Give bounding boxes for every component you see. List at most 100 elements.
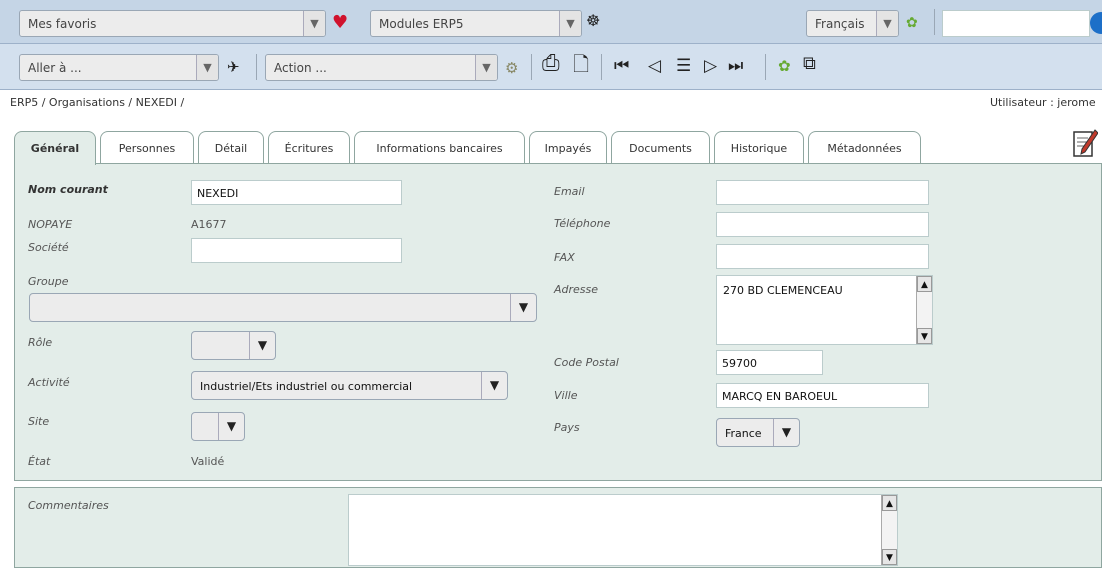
nopaye-value: A1677 xyxy=(191,218,227,231)
activite-select-value: Industriel/Ets industriel ou commercial xyxy=(200,380,413,393)
display-icon[interactable]: ⧉ xyxy=(803,54,816,74)
action-toolbar: Aller à ... ▼ ✈ Action ... ▼ ⚙ ⎙ 🗋 ⏮ ◁ ☰… xyxy=(0,44,1102,90)
activite-select[interactable]: Industriel/Ets industriel ou commercial … xyxy=(191,371,508,400)
tab-label: Documents xyxy=(629,142,692,155)
chevron-down-icon: ▼ xyxy=(218,413,244,440)
action-select[interactable]: Action ... ▼ xyxy=(265,54,498,81)
modules-select-label: Modules ERP5 xyxy=(379,17,464,31)
ville-input[interactable]: MARCQ EN BAROEUL xyxy=(716,383,929,408)
heart-icon[interactable]: ♥ xyxy=(332,13,348,33)
plane-icon[interactable]: ✈ xyxy=(227,57,240,77)
scrollbar[interactable]: ▲ ▼ xyxy=(916,276,932,344)
scroll-up-icon[interactable]: ▲ xyxy=(882,495,897,511)
ville-label: Ville xyxy=(554,389,578,402)
tab-label: Impayés xyxy=(544,142,592,155)
next-icon[interactable]: ▷ xyxy=(704,56,717,76)
nom-courant-input[interactable]: NEXEDI xyxy=(191,180,402,205)
fax-input[interactable] xyxy=(716,244,929,269)
fax-label: FAX xyxy=(554,251,575,264)
adresse-label: Adresse xyxy=(554,283,599,296)
previous-icon[interactable]: ◁ xyxy=(648,56,661,76)
list-icon[interactable]: ☰ xyxy=(676,56,691,76)
adresse-textarea[interactable]: 270 BD CLEMENCEAU ▲ ▼ xyxy=(716,275,933,345)
chevron-down-icon: ▼ xyxy=(196,55,218,80)
societe-label: Société xyxy=(28,241,69,254)
edit-document-icon[interactable] xyxy=(1072,128,1098,160)
tab-label: Écritures xyxy=(284,142,334,155)
pays-select-value: France xyxy=(725,427,762,440)
tab-label: Informations bancaires xyxy=(376,142,503,155)
role-select[interactable]: ▼ xyxy=(191,331,276,360)
tab-detail[interactable]: Détail xyxy=(198,131,264,163)
etat-label: État xyxy=(28,455,51,468)
search-input[interactable] xyxy=(942,10,1090,37)
breadcrumb[interactable]: ERP5 / Organisations / NEXEDI / xyxy=(10,96,184,109)
role-label: Rôle xyxy=(28,336,53,349)
language-select[interactable]: Français ▼ xyxy=(806,10,899,37)
tab-metadonnees[interactable]: Métadonnées xyxy=(808,131,921,163)
search-button[interactable] xyxy=(1090,12,1102,34)
goto-select-label: Aller à ... xyxy=(28,61,82,75)
commentaires-textarea[interactable]: ▲ ▼ xyxy=(348,494,898,566)
tab-label: Métadonnées xyxy=(827,142,902,155)
scroll-up-icon[interactable]: ▲ xyxy=(917,276,932,292)
chevron-down-icon: ▼ xyxy=(303,11,325,36)
tab-documents[interactable]: Documents xyxy=(611,131,710,163)
pays-select[interactable]: France ▼ xyxy=(716,418,800,447)
nopaye-label: NOPAYE xyxy=(28,218,73,231)
email-input[interactable] xyxy=(716,180,929,205)
chevron-down-icon: ▼ xyxy=(249,332,275,359)
new-document-icon[interactable]: 🗋 xyxy=(573,54,589,74)
comments-panel: Commentaires ▲ ▼ xyxy=(14,487,1102,568)
first-icon[interactable]: ⏮ xyxy=(614,56,629,76)
favorites-select[interactable]: Mes favoris ▼ xyxy=(19,10,326,37)
translate-icon[interactable]: ✿ xyxy=(906,13,918,33)
tab-impayes[interactable]: Impayés xyxy=(529,131,607,163)
chevron-down-icon: ▼ xyxy=(475,55,497,80)
site-label: Site xyxy=(28,415,50,428)
top-toolbar: Mes favoris ▼ ♥ Modules ERP5 ▼ ☸ Françai… xyxy=(0,0,1102,44)
tab-ecritures[interactable]: Écritures xyxy=(268,131,350,163)
site-select[interactable]: ▼ xyxy=(191,412,245,441)
code-postal-input[interactable]: 59700 xyxy=(716,350,823,375)
groupe-select[interactable]: ▼ xyxy=(29,293,537,322)
action-select-label: Action ... xyxy=(274,61,327,75)
tab-label: Historique xyxy=(730,142,788,155)
favorites-select-label: Mes favoris xyxy=(28,17,97,31)
etat-value: Validé xyxy=(191,455,225,468)
toolbar-separator xyxy=(531,54,532,80)
groupe-label: Groupe xyxy=(28,275,69,288)
tab-general[interactable]: Général xyxy=(14,131,96,165)
commentaires-label: Commentaires xyxy=(28,499,109,512)
toolbar-separator xyxy=(601,54,602,80)
tab-personnes[interactable]: Personnes xyxy=(100,131,194,163)
telephone-input[interactable] xyxy=(716,212,929,237)
tab-historique[interactable]: Historique xyxy=(714,131,804,163)
activite-label: Activité xyxy=(28,376,70,389)
chevron-down-icon: ▼ xyxy=(559,11,581,36)
tab-label: Général xyxy=(30,142,80,155)
modules-select[interactable]: Modules ERP5 ▼ xyxy=(370,10,582,37)
tab-label: Personnes xyxy=(118,142,176,155)
scrollbar[interactable]: ▲ ▼ xyxy=(881,495,897,565)
toolbar-separator xyxy=(934,9,935,35)
code-postal-label: Code Postal xyxy=(554,356,619,369)
toolbar-separator xyxy=(765,54,766,80)
societe-input[interactable] xyxy=(191,238,402,263)
scroll-down-icon[interactable]: ▼ xyxy=(882,549,897,565)
gear-icon[interactable]: ⚙ xyxy=(505,58,518,78)
user-info[interactable]: Utilisateur : jerome xyxy=(990,96,1096,109)
translate-icon[interactable]: ✿ xyxy=(778,56,791,76)
tab-informations-bancaires[interactable]: Informations bancaires xyxy=(354,131,525,163)
telephone-label: Téléphone xyxy=(554,217,611,230)
chevron-down-icon: ▼ xyxy=(876,11,898,36)
chevron-down-icon: ▼ xyxy=(481,372,507,399)
palette-icon[interactable]: ☸ xyxy=(586,11,600,31)
language-select-label: Français xyxy=(815,17,865,31)
last-icon[interactable]: ⏭ xyxy=(728,56,743,76)
printer-icon[interactable]: ⎙ xyxy=(542,53,560,75)
goto-select[interactable]: Aller à ... ▼ xyxy=(19,54,219,81)
scroll-down-icon[interactable]: ▼ xyxy=(917,328,932,344)
chevron-down-icon: ▼ xyxy=(773,419,799,446)
pays-label: Pays xyxy=(554,421,580,434)
